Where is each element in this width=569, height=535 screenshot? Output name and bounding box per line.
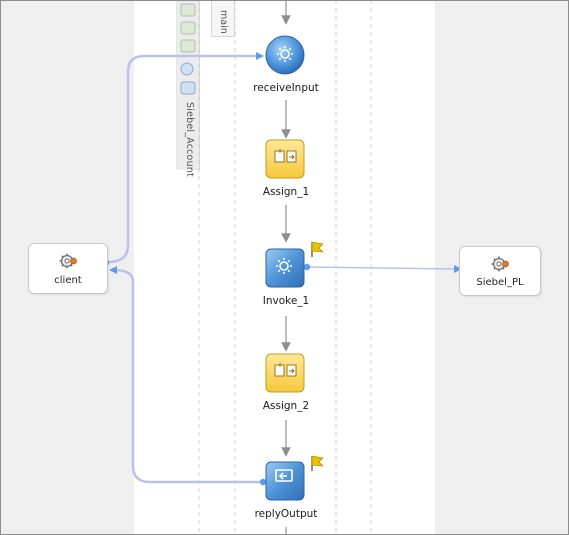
invoke-label: Invoke_1 <box>262 295 310 307</box>
assign-2-label: Assign_2 <box>262 400 310 412</box>
invoke-to-siebel-connector <box>307 266 456 270</box>
reply-label: replyOutput <box>254 508 318 520</box>
scope-icons <box>180 3 196 95</box>
invoke-activity[interactable] <box>265 241 324 288</box>
assign-1-activity[interactable] <box>265 139 305 179</box>
siebel-partner-link[interactable]: Siebel_PL <box>459 246 541 296</box>
invoke-flag-icon <box>311 241 324 257</box>
gear-icon <box>491 256 509 272</box>
receive-activity[interactable] <box>265 35 305 75</box>
client-partner-link[interactable]: client <box>28 243 108 294</box>
receive-label: receiveInput <box>253 82 319 94</box>
client-label: client <box>54 275 82 286</box>
assign-2-activity[interactable] <box>265 353 305 393</box>
reply-activity[interactable] <box>265 455 324 501</box>
siebel-label: Siebel_PL <box>476 277 524 288</box>
gear-icon <box>59 253 77 269</box>
assign-1-label: Assign_1 <box>262 186 310 198</box>
reply-flag-icon <box>311 455 324 471</box>
bpel-canvas: Siebel_Account main receiveInput Assign_… <box>0 0 569 535</box>
